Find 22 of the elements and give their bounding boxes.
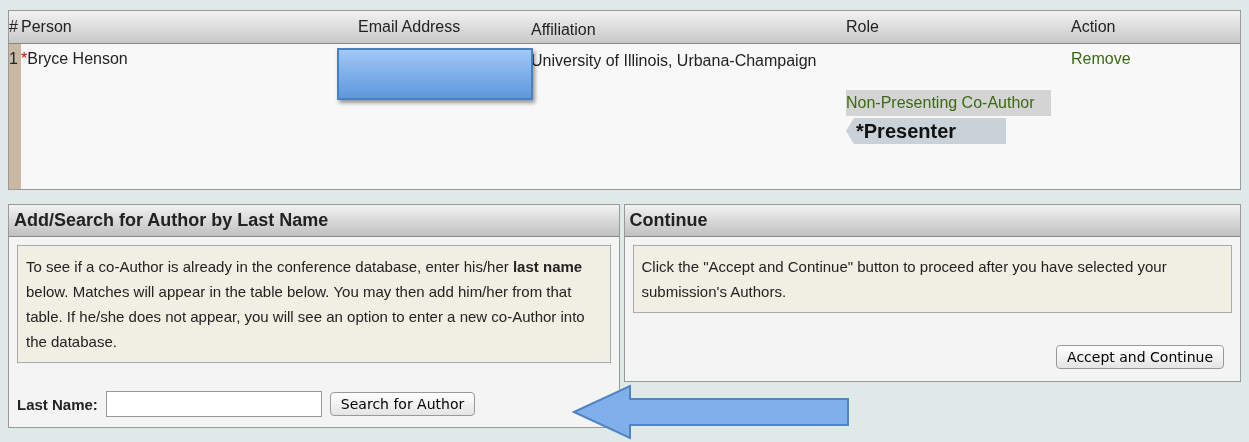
info-text: To see if a co-Author is already in the conference database, enter his/her last name below. Matches will appear in the table below. You may then add him/her from that table. If he/she does not appear, you will see an option to enter a new co-Author into the database. <box>17 245 611 363</box>
remove-link[interactable]: Remove <box>1071 50 1131 67</box>
search-button[interactable]: Search for Author <box>329 392 476 416</box>
column-header: Action <box>1071 18 1117 36</box>
column-header: Role <box>846 18 880 36</box>
role-option[interactable]: Non-Presenting Co-Author <box>846 90 1051 116</box>
panel-title: Continue <box>624 205 1240 237</box>
info-text: Click the "Accept and Continue" button to proceed after you have selected your submission's Authors. <box>632 245 1232 313</box>
column-header: # <box>9 18 19 36</box>
field-label: Last Name: <box>17 395 98 413</box>
last-name-field[interactable] <box>105 391 322 417</box>
column-header: Person <box>21 18 73 36</box>
person-name: Bryce Henson <box>27 50 128 67</box>
column-header: Email Address <box>358 18 462 36</box>
affiliation-text: University of Illinois, Urbana-Champaign <box>531 51 818 71</box>
arrow-icon <box>572 384 852 440</box>
role-option[interactable]: *Presenter <box>846 118 1006 144</box>
accept-button[interactable]: Accept and Continue <box>1056 345 1224 369</box>
column-header: Affiliation <box>531 19 597 40</box>
panel-title: Add/Search for Author by Last Name <box>9 205 619 237</box>
required-mark: * <box>21 50 28 67</box>
row-number: 1 <box>9 44 21 189</box>
